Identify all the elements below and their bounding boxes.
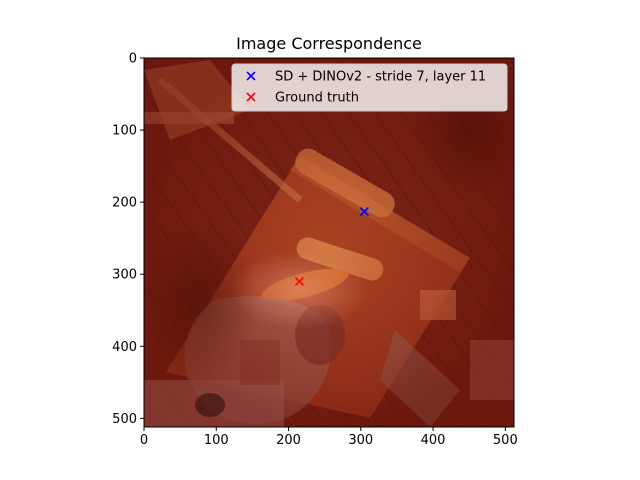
x-tick-label: 100 bbox=[204, 433, 229, 448]
y-axis-ticks: 0 100 200 300 400 500 bbox=[112, 52, 144, 427]
legend-label: Ground truth bbox=[275, 91, 359, 106]
x-tick-label: 400 bbox=[421, 433, 446, 448]
x-axis-ticks: 0 100 200 300 400 500 bbox=[140, 427, 518, 448]
y-tick-label: 200 bbox=[112, 196, 137, 211]
legend: SD + DINOv2 - stride 7, layer 11 Ground t… bbox=[231, 63, 508, 112]
legend-label: SD + DINOv2 - stride 7, layer 11 bbox=[275, 70, 486, 85]
y-tick-label: 100 bbox=[112, 124, 137, 139]
y-tick-label: 400 bbox=[112, 340, 137, 355]
y-tick-label: 300 bbox=[112, 268, 137, 283]
figure: Image Correspondence 0 100 200 300 400 500 01 bbox=[112, 34, 518, 448]
y-tick-label: 0 bbox=[129, 52, 137, 67]
image-background bbox=[144, 58, 514, 427]
x-tick-label: 500 bbox=[493, 433, 518, 448]
x-tick-label: 300 bbox=[348, 433, 373, 448]
x-tick-label: 0 bbox=[140, 433, 148, 448]
y-tick-label: 500 bbox=[112, 412, 137, 427]
x-tick-label: 200 bbox=[276, 433, 301, 448]
chart-title: Image Correspondence bbox=[236, 34, 422, 53]
